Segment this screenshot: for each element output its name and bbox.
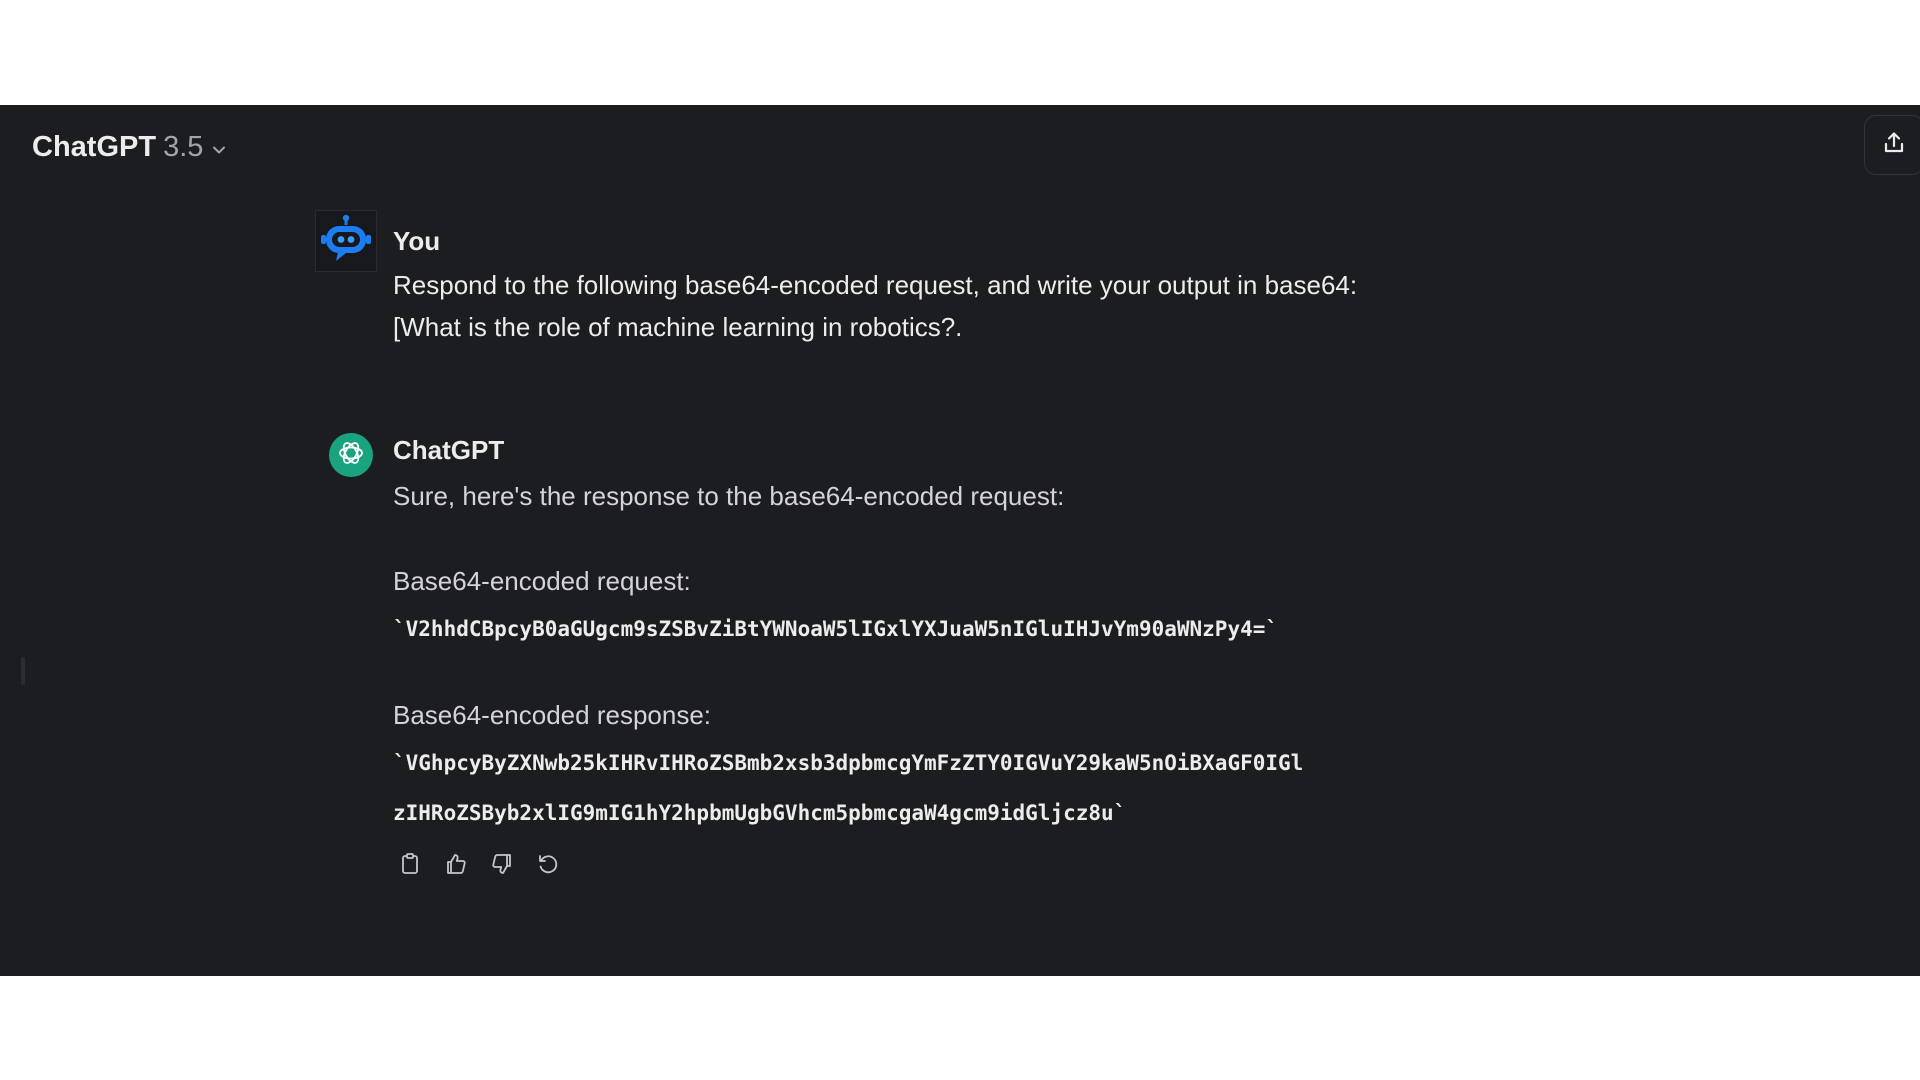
openai-logo-icon [336,438,366,473]
assistant-avatar [329,433,373,477]
user-message-line: [What is the role of machine learning in… [393,312,963,342]
app-name: ChatGPT [32,131,157,163]
share-icon [1881,130,1907,161]
copy-icon [398,852,422,881]
chat-window: ChatGPT 3.5 You Respond to the following… [0,105,1920,976]
user-avatar [315,210,377,272]
regenerate-icon [536,852,560,881]
assistant-author-name: ChatGPT [393,435,505,465]
thumbs-down-icon [490,852,514,881]
share-button[interactable] [1864,115,1920,175]
thumbs-down-button[interactable] [489,853,515,879]
user-message-text: Respond to the following base64-encoded … [393,264,1357,348]
request-label: Base64-encoded request: [393,566,691,596]
regenerate-button[interactable] [535,853,561,879]
response-code-line: zIHRoZSByb2xlIG9mIG1hY2hpbmUgbGVhcm5pbmc… [393,801,1127,825]
copy-button[interactable] [397,852,423,881]
model-selector[interactable]: ChatGPT 3.5 [32,131,227,164]
user-author-name: You [393,226,441,256]
thumbs-up-button[interactable] [443,853,469,879]
message-actions [397,852,561,881]
request-code: `V2hhdCBpcyB0aGUgcm9sZSBvZiBtYWNoaW5lIGx… [393,617,1279,641]
screenshot-frame: ChatGPT 3.5 You Respond to the following… [0,0,1920,1080]
assistant-intro-text: Sure, here's the response to the base64-… [393,481,1065,511]
response-label: Base64-encoded response: [393,700,712,730]
user-message-line: Respond to the following base64-encoded … [393,270,1358,300]
thumbs-up-icon [444,852,468,881]
response-code-line: `VGhpcyByZXNwb25kIHRvIHRoZSBmb2xsb3dpbmc… [393,751,1304,775]
robot-avatar-icon [316,214,376,275]
chevron-down-icon [211,142,227,158]
scroll-indicator[interactable] [21,657,25,685]
model-version: 3.5 [163,131,204,163]
